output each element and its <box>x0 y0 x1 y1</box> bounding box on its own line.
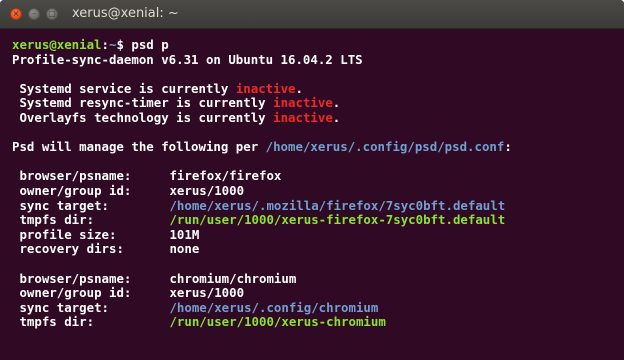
status-line-overlayfs: Overlayfs technology is currently inacti… <box>19 109 341 125</box>
close-icon: × <box>12 9 20 18</box>
close-button[interactable]: × <box>10 8 22 20</box>
status-line-timer: Systemd resync-timer is currently inacti… <box>19 95 341 111</box>
list-item: tmpfs dir:/run/user/1000/xerus-chromium <box>19 314 386 330</box>
minimize-button[interactable]: – <box>28 8 40 20</box>
prompt-user-host: xerus@xenial <box>12 37 102 52</box>
maximize-icon: □ <box>48 9 56 18</box>
list-item: sync target:/home/xerus/.config/chromium <box>19 299 379 315</box>
list-item: recovery dirs: none <box>19 241 200 257</box>
list-item: owner/group id: xerus/1000 <box>19 285 245 301</box>
manage-line: Psd will manage the following per /home/… <box>12 139 512 155</box>
list-item: profile size: 101M <box>19 226 200 242</box>
terminal-window: × – □ xerus@xenial: ~ xerus@xenial:~$ ps… <box>0 0 624 360</box>
list-item: owner/group id: xerus/1000 <box>19 182 245 198</box>
prompt-sep: : <box>101 37 109 52</box>
prompt-line: xerus@xenial:~$ psd p <box>12 37 624 53</box>
list-item: browser/psname: chromium/chromium <box>19 270 297 286</box>
title-bar[interactable]: × – □ xerus@xenial: ~ <box>0 0 624 29</box>
status-line-service: Systemd service is currently inactive. <box>19 80 303 96</box>
browser-block-chromium: browser/psname: chromium/chromium owner/g… <box>12 270 624 330</box>
minimize-icon: – <box>32 9 36 18</box>
list-item: tmpfs dir:/run/user/1000/xerus-firefox-7… <box>19 212 506 228</box>
browser-block-firefox: browser/psname: firefox/firefox owner/gro… <box>12 169 624 257</box>
header-line: Profile-sync-daemon v6.31 on Ubuntu 16.0… <box>12 51 363 67</box>
maximize-button[interactable]: □ <box>46 8 58 20</box>
window-title: xerus@xenial: ~ <box>72 6 179 21</box>
status-badge: inactive <box>273 109 333 125</box>
list-item: browser/psname: firefox/firefox <box>19 168 282 184</box>
list-item: sync target:/home/xerus/.mozilla/firefox… <box>19 197 506 213</box>
status-badge: inactive <box>235 80 296 96</box>
prompt-symbol: $ <box>116 37 132 52</box>
status-badge: inactive <box>273 95 333 111</box>
prompt-command: psd p <box>131 37 169 52</box>
terminal-output[interactable]: xerus@xenial:~$ psd p Profile-sync-daemo… <box>0 29 624 360</box>
conf-path: /home/xerus/.config/psd/psd.conf <box>265 139 505 155</box>
